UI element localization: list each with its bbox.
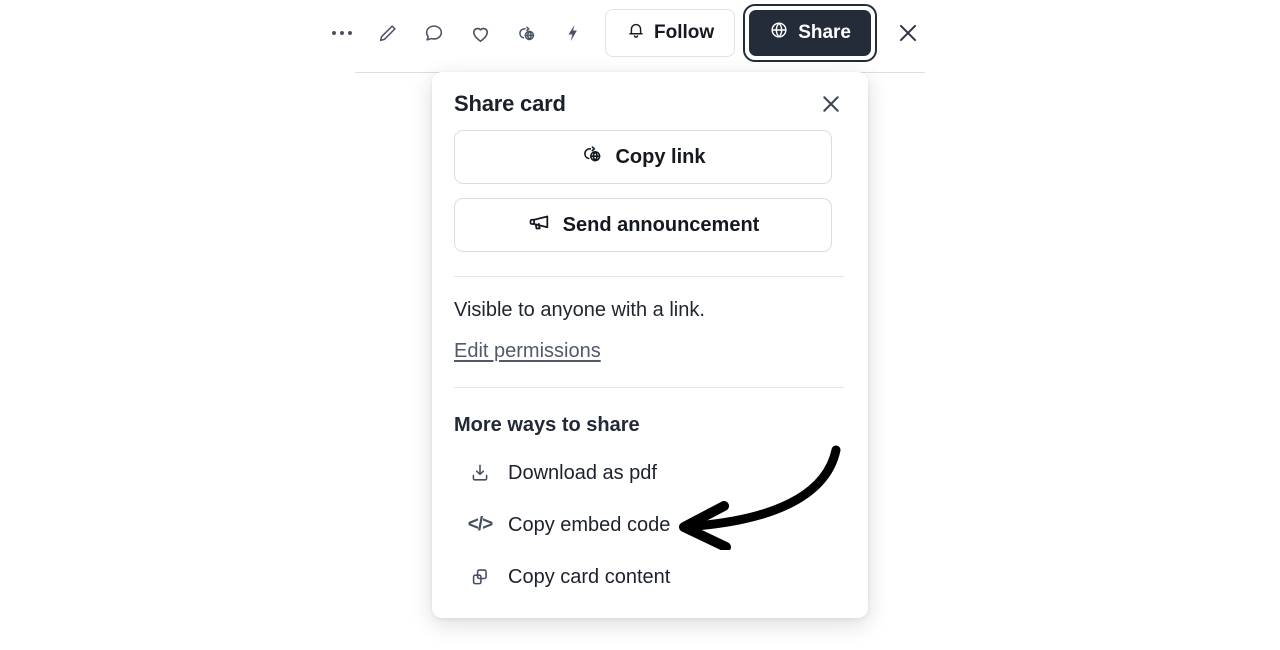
link-globe-icon bbox=[580, 142, 604, 172]
edit-pencil-icon[interactable] bbox=[371, 16, 405, 50]
copy-link-label: Copy link bbox=[615, 145, 706, 168]
follow-button[interactable]: Follow bbox=[605, 9, 736, 57]
divider-top bbox=[454, 276, 844, 277]
link-globe-icon[interactable] bbox=[509, 16, 543, 50]
toolbar-icon-group bbox=[325, 16, 589, 50]
copy-card-content-item[interactable]: Copy card content bbox=[454, 551, 846, 603]
copy-link-button[interactable]: Copy link bbox=[454, 130, 832, 184]
share-button-focus-ring: Share bbox=[743, 4, 877, 62]
code-brackets-glyph: </> bbox=[467, 514, 494, 535]
share-card-title: Share card bbox=[454, 91, 566, 116]
copy-card-content-label: Copy card content bbox=[508, 565, 671, 588]
copy-embed-code-label: Copy embed code bbox=[508, 513, 671, 536]
send-announcement-button[interactable]: Send announcement bbox=[454, 198, 832, 252]
close-icon[interactable] bbox=[891, 16, 925, 50]
bell-icon bbox=[626, 20, 646, 46]
globe-icon bbox=[769, 20, 789, 46]
follow-button-label: Follow bbox=[654, 22, 715, 43]
send-announcement-label: Send announcement bbox=[562, 213, 760, 236]
more-ways-heading: More ways to share bbox=[454, 414, 640, 436]
share-button-label: Share bbox=[798, 22, 851, 43]
more-ways-list: Download as pdf </> Copy embed code Copy… bbox=[454, 447, 846, 603]
heart-icon[interactable] bbox=[463, 16, 497, 50]
code-brackets-icon: </> bbox=[467, 513, 494, 537]
divider-bottom bbox=[454, 387, 844, 388]
share-button[interactable]: Share bbox=[749, 10, 871, 56]
share-card-popover: Share card Copy link Send announcement V… bbox=[432, 72, 868, 618]
more-options-icon[interactable] bbox=[325, 16, 359, 50]
download-as-pdf-label: Download as pdf bbox=[508, 461, 657, 484]
comment-bubble-icon[interactable] bbox=[417, 16, 451, 50]
visibility-status-text: Visible to anyone with a link. bbox=[454, 299, 705, 321]
share-card-header: Share card bbox=[454, 72, 846, 118]
edit-permissions-link[interactable]: Edit permissions bbox=[454, 340, 601, 363]
copy-embed-code-item[interactable]: </> Copy embed code bbox=[454, 499, 846, 551]
lightning-bolt-icon[interactable] bbox=[555, 16, 589, 50]
ellipsis-glyph bbox=[332, 31, 353, 35]
download-icon bbox=[468, 461, 492, 485]
megaphone-icon bbox=[527, 210, 552, 241]
top-toolbar: Follow Share bbox=[0, 0, 1280, 66]
close-icon[interactable] bbox=[816, 89, 846, 119]
copy-squares-icon bbox=[468, 565, 492, 589]
download-as-pdf-item[interactable]: Download as pdf bbox=[454, 447, 846, 499]
